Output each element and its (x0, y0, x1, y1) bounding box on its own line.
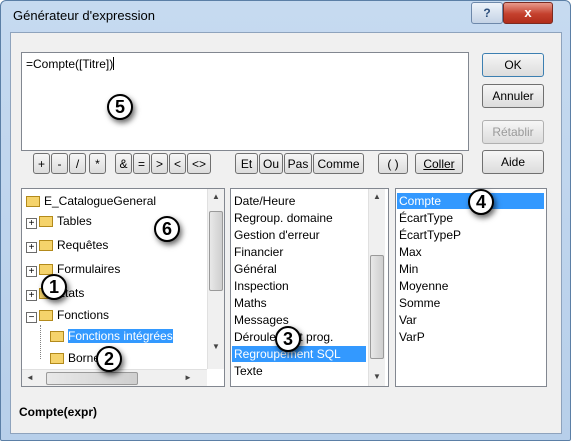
tree-vertical-scrollbar[interactable]: ▲ ▼ (207, 189, 224, 369)
folder-icon (39, 240, 53, 251)
annotation-marker-3: 3 (275, 326, 301, 352)
op-or-button[interactable]: Ou (259, 153, 283, 174)
op-less-button[interactable]: < (169, 153, 186, 174)
annotation-marker-6: 6 (154, 216, 180, 242)
list-item[interactable]: Regroup. domaine (234, 210, 333, 226)
op-concat-button[interactable]: & (115, 153, 132, 174)
folder-icon (39, 216, 53, 227)
collapse-icon: − (26, 312, 37, 323)
op-plus-button[interactable]: + (33, 153, 50, 174)
list-item[interactable]: ÉcartTypeP (399, 227, 461, 243)
scroll-left-arrow-icon[interactable]: ◄ (22, 370, 38, 386)
op-like-button[interactable]: Comme (313, 153, 364, 174)
tree-item-queries[interactable]: + Requêtes (26, 237, 108, 253)
list-item[interactable]: VarP (399, 329, 425, 345)
tree-horizontal-scrollbar[interactable]: ◄ ► (22, 369, 207, 386)
scroll-up-arrow-icon[interactable]: ▲ (208, 189, 224, 205)
list-item[interactable]: ÉcartType (399, 210, 453, 226)
op-equals-button[interactable]: = (133, 153, 150, 174)
list-item[interactable]: Date/Heure (234, 193, 295, 209)
folder-icon (39, 310, 53, 321)
op-multiply-button[interactable]: * (89, 153, 106, 174)
list-item[interactable]: Maths (234, 295, 267, 311)
list-item-selected[interactable]: Regroupement SQL (232, 346, 366, 362)
list-item[interactable]: Financier (234, 244, 283, 260)
close-button[interactable]: x (503, 2, 553, 24)
scroll-up-arrow-icon[interactable]: ▲ (369, 189, 385, 205)
folder-icon (26, 196, 40, 207)
list-item[interactable]: Min (399, 261, 418, 277)
category-vertical-scrollbar[interactable]: ▲ ▼ (368, 189, 385, 386)
help-title-button[interactable]: ? (471, 2, 503, 24)
folder-icon (50, 353, 64, 364)
scroll-right-arrow-icon[interactable]: ► (180, 370, 196, 386)
list-item[interactable]: Messages (234, 312, 289, 328)
list-item[interactable]: Var (399, 312, 417, 328)
tree-item-tables[interactable]: + Tables (26, 213, 92, 229)
scroll-thumb[interactable] (209, 211, 223, 291)
scroll-down-arrow-icon[interactable]: ▼ (369, 369, 385, 385)
ok-button[interactable]: OK (482, 53, 544, 77)
list-item[interactable]: Inspection (234, 278, 289, 294)
dialog-client-area: =Compte([Titre]) OK Annuler Rétablir Aid… (10, 32, 562, 434)
scroll-thumb[interactable] (370, 255, 384, 359)
op-greater-button[interactable]: > (151, 153, 168, 174)
help-button[interactable]: Aide (482, 150, 544, 174)
scroll-down-arrow-icon[interactable]: ▼ (208, 339, 224, 355)
cancel-button[interactable]: Annuler (482, 84, 544, 108)
expression-input[interactable]: =Compte([Titre]) (21, 52, 469, 151)
annotation-marker-5: 5 (107, 94, 133, 120)
tree-item-forms[interactable]: + Formulaires (26, 261, 120, 277)
op-parens-button[interactable]: ( ) (378, 153, 408, 174)
function-list-panel[interactable]: Compte ÉcartType ÉcartTypeP Max Min Moye… (395, 188, 547, 387)
expand-icon: + (26, 266, 37, 277)
list-item[interactable]: Texte (234, 363, 263, 379)
op-minus-button[interactable]: - (51, 153, 68, 174)
title-bar: Générateur d'expression ? x (1, 1, 570, 31)
tree-item-catalogue[interactable]: E_CatalogueGeneral (26, 193, 156, 209)
scroll-thumb[interactable] (46, 372, 138, 385)
expression-builder-window: Générateur d'expression ? x =Compte([Tit… (0, 0, 571, 441)
paste-button[interactable]: Coller (415, 153, 463, 174)
restore-button[interactable]: Rétablir (482, 120, 544, 144)
expression-value: =Compte([Titre]) (26, 57, 115, 71)
list-item[interactable]: Moyenne (399, 278, 448, 294)
annotation-marker-2: 2 (96, 346, 122, 372)
tree-line (40, 325, 43, 359)
expand-icon: + (26, 242, 37, 253)
tree-item-builtin-functions[interactable]: Fonctions intégrées (50, 328, 173, 344)
category-list-panel[interactable]: Date/Heure Regroup. domaine Gestion d'er… (230, 188, 389, 387)
text-caret (113, 57, 115, 70)
op-notequal-button[interactable]: <> (187, 153, 211, 174)
annotation-marker-4: 4 (468, 189, 494, 215)
list-item[interactable]: Général (234, 261, 277, 277)
op-and-button[interactable]: Et (235, 153, 258, 174)
op-divide-button[interactable]: / (69, 153, 86, 174)
expand-icon: + (26, 290, 37, 301)
expand-icon: + (26, 218, 37, 229)
annotation-marker-1: 1 (41, 274, 67, 300)
op-not-button[interactable]: Pas (284, 153, 312, 174)
window-title: Générateur d'expression (13, 8, 155, 23)
open-folder-icon (50, 331, 64, 342)
list-item[interactable]: Max (399, 244, 422, 260)
list-item[interactable]: Somme (399, 295, 440, 311)
tree-item-functions[interactable]: − Fonctions (26, 307, 109, 323)
list-item[interactable]: Gestion d'erreur (234, 227, 320, 243)
function-syntax-status: Compte(expr) (19, 405, 98, 419)
